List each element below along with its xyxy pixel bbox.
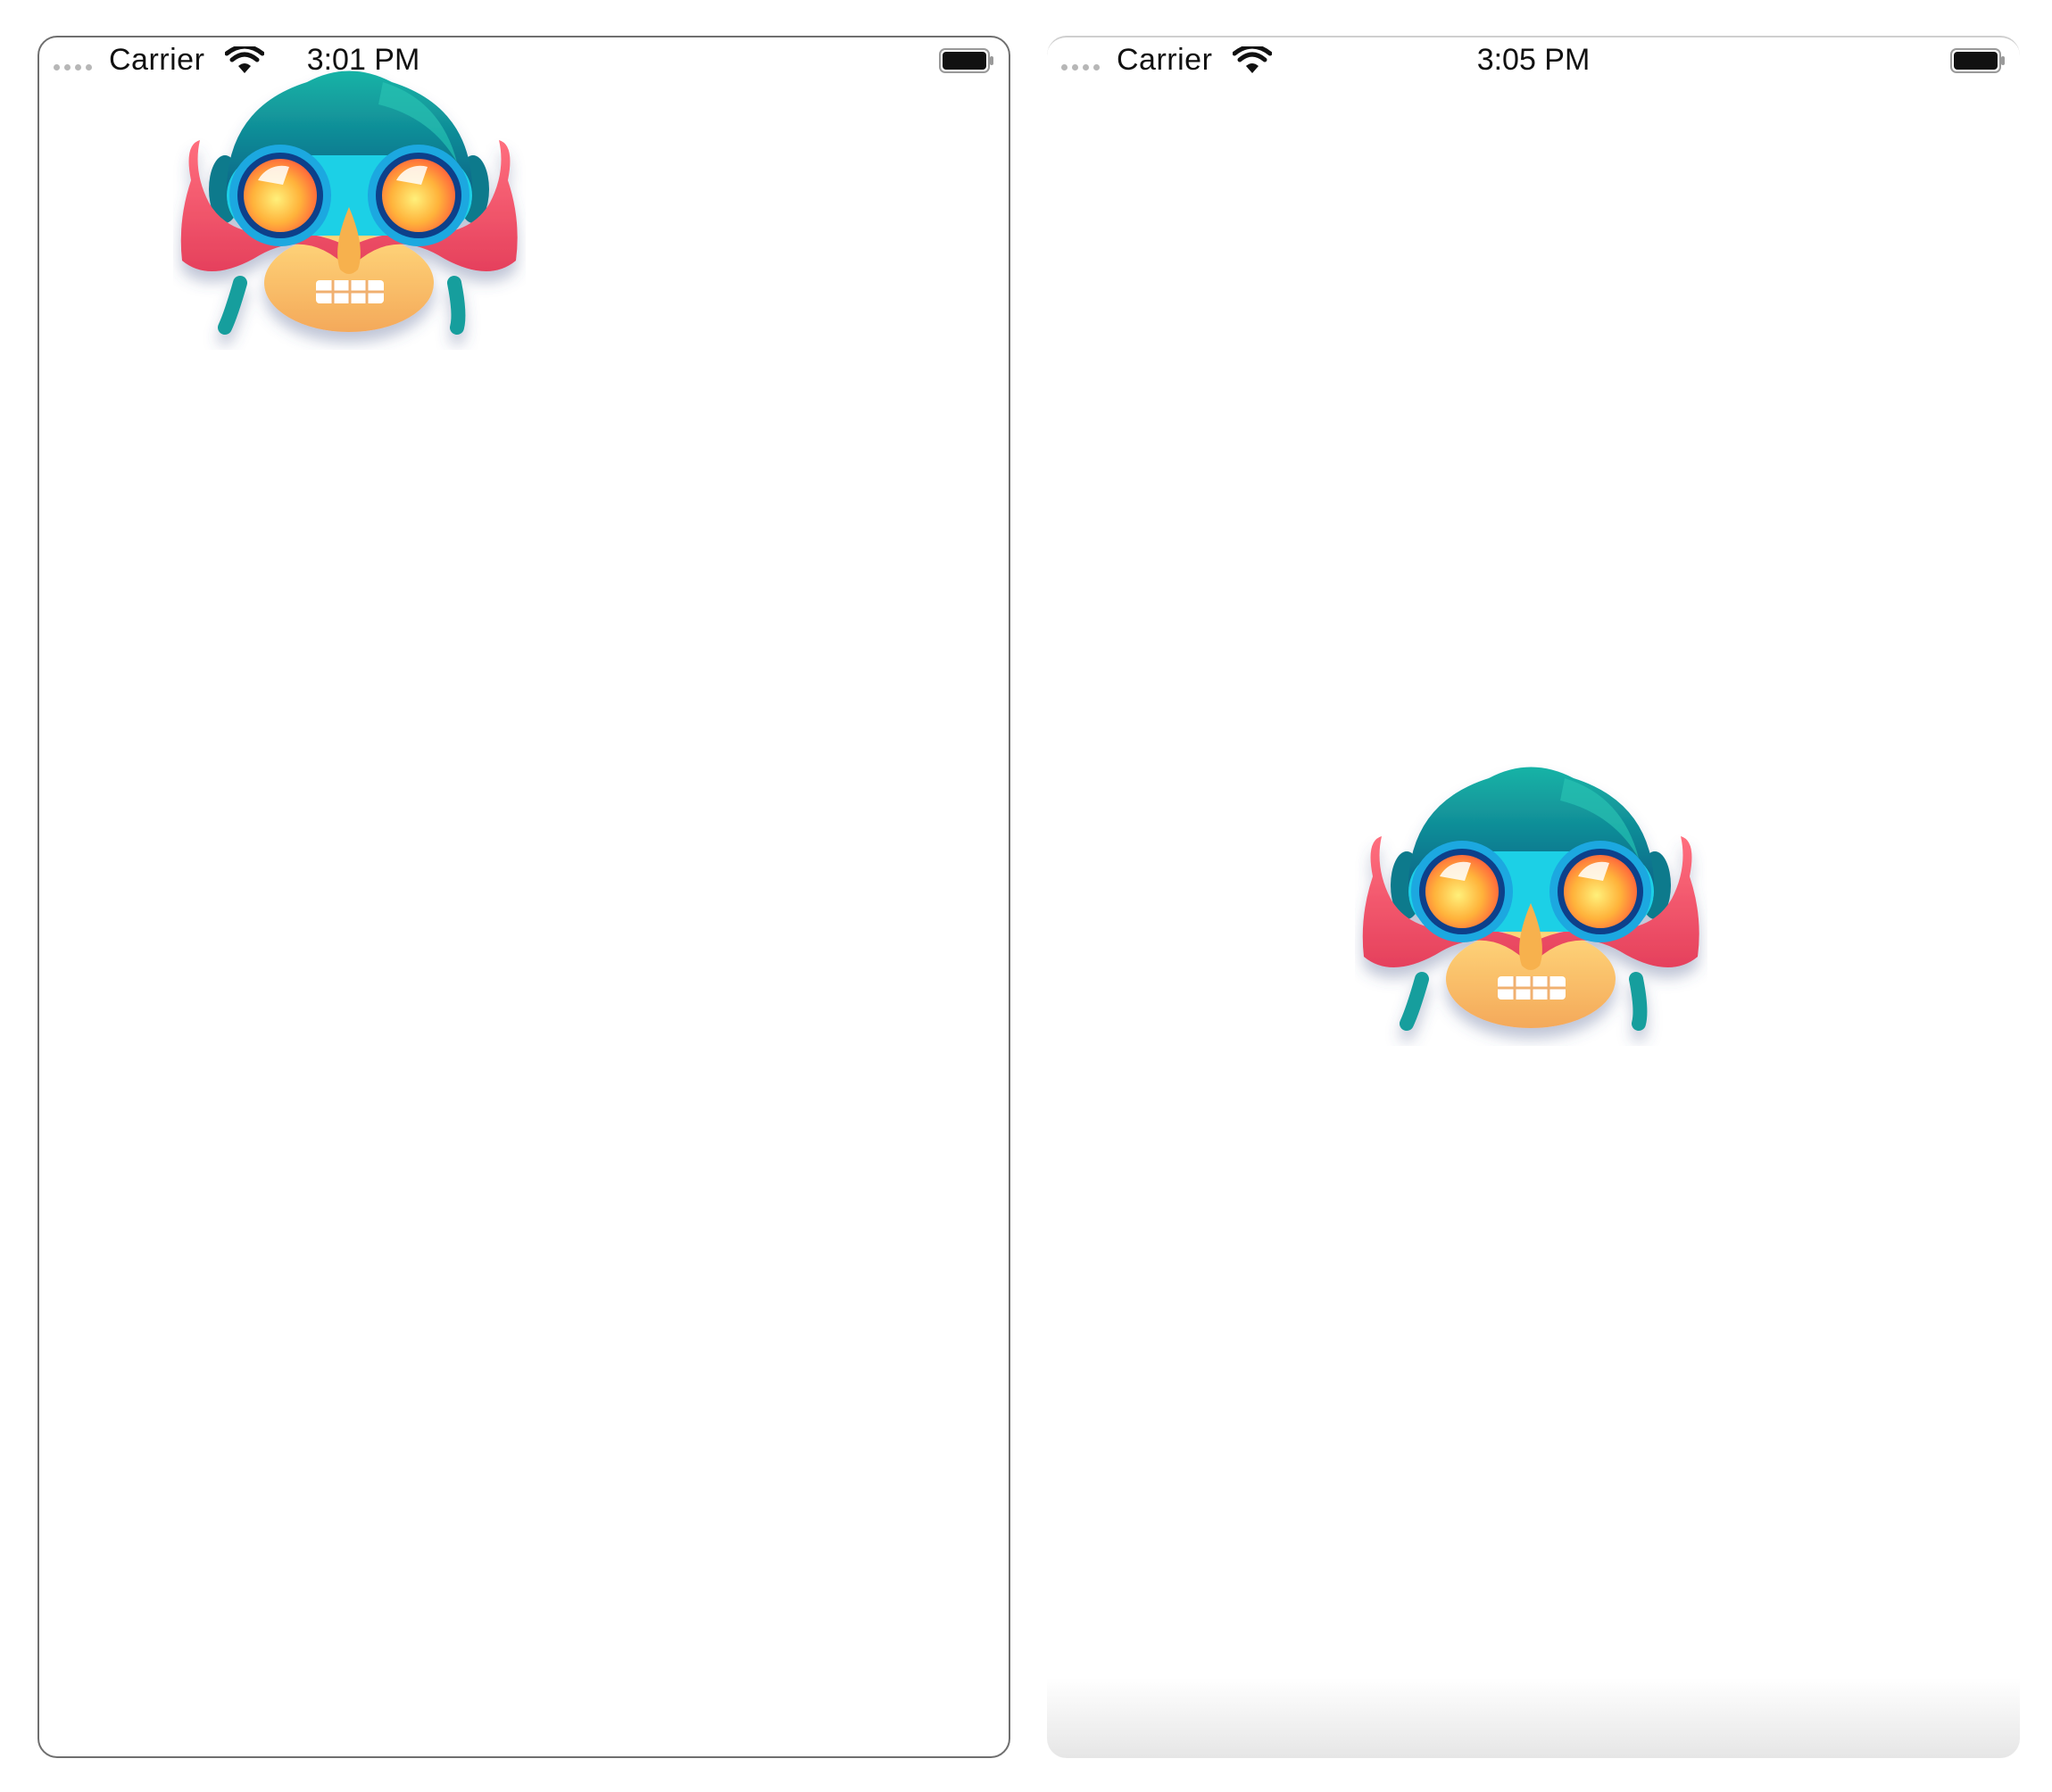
status-bar: Carrier 3:05 PM	[1047, 37, 2020, 84]
phone-screen-left: Carrier 3:01 PM	[37, 36, 1010, 1758]
battery-icon	[1950, 48, 2005, 73]
screenshot-stage: Carrier 3:01 PM Carrier 3:05 PM	[0, 0, 2052, 1792]
phone-screen-right: Carrier 3:05 PM	[1047, 36, 2020, 1758]
bottom-fade	[1047, 1678, 2020, 1758]
battery-icon	[939, 48, 993, 73]
status-time: 3:05 PM	[1476, 43, 1591, 77]
goggles-mustache-mascot-icon[interactable]	[1355, 751, 1707, 1046]
goggles-mustache-mascot-icon[interactable]	[173, 55, 526, 350]
